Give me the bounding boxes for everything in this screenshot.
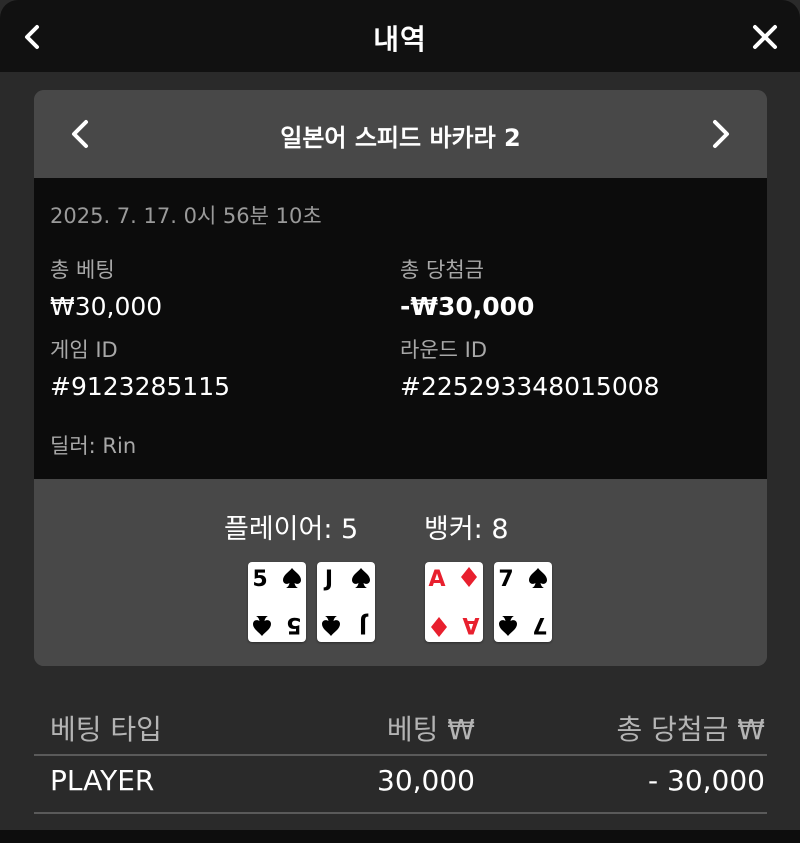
column-header-bet-type: 베팅 타입 [50,713,162,746]
diamond-icon [461,567,477,587]
round-id-label: 라운드 ID [400,338,487,362]
total-win-value: -₩30,000 [400,292,535,321]
spade-icon [253,616,271,636]
playing-card-face: JJ [322,567,370,637]
game-name: 일본어 스피드 바카라 2 [280,124,521,152]
spade-icon [322,616,340,636]
player-card-2: JJ [317,562,375,642]
banker-card-1: AA [425,562,483,642]
spade-icon [352,568,370,588]
total-bet-value: ₩30,000 [50,292,163,321]
dealer-name: 딜러: Rin [50,434,137,458]
total-bet-label: 총 베팅 [50,258,115,282]
playing-card-face: 55 [252,567,301,637]
bet-type-cell: PLAYER [50,764,155,797]
banker-card-2: 77 [494,562,552,642]
column-header-bet: 베팅 ₩ [386,713,475,746]
chevron-right-icon[interactable] [707,118,735,150]
cards-area: 플레이어: 5 뱅커: 8 55 JJ AA 77 [34,479,767,666]
card-rank: 7 [498,567,513,592]
timestamp: 2025. 7. 17. 0시 56분 10초 [50,204,322,228]
history-panel: 일본어 스피드 바카라 2 2025. 7. 17. 0시 56분 10초 총 … [34,90,767,666]
card-rank: J [323,567,333,592]
column-header-total-win: 총 당첨금 ₩ [616,713,765,746]
bet-table-header: 베팅 타입 베팅 ₩ 총 당첨금 ₩ [34,704,767,756]
card-rank: 5 [252,567,267,592]
card-rank: 5 [286,612,301,637]
top-bar: 내역 [0,0,800,72]
table-row: PLAYER 30,000 - 30,000 [34,756,767,814]
spade-icon [529,568,547,588]
page-title: 내역 [373,23,427,56]
bottom-bar [0,830,800,843]
player-card-1: 55 [248,562,306,642]
card-rank: 7 [532,612,547,637]
playing-card-face: AA [428,567,480,637]
total-win-label: 총 당첨금 [400,258,484,282]
card-rank: J [359,612,369,637]
player-score: 플레이어: 5 [224,514,359,545]
game-id-value: #9123285115 [50,372,231,401]
round-details: 2025. 7. 17. 0시 56분 10초 총 베팅 ₩30,000 총 당… [34,178,767,479]
spade-icon [283,568,301,588]
total-win-cell: - 30,000 [648,764,765,797]
spade-icon [499,616,517,636]
playing-card-face: 77 [498,567,547,637]
bet-amount-cell: 30,000 [377,764,475,797]
card-rank: A [428,567,445,592]
round-id-value: #225293348015008 [400,372,660,401]
banker-score: 뱅커: 8 [424,514,509,545]
diamond-icon [431,617,447,637]
close-icon[interactable] [750,22,780,52]
game-id-label: 게임 ID [50,338,118,362]
card-rank: A [462,612,479,637]
game-header: 일본어 스피드 바카라 2 [34,90,767,178]
